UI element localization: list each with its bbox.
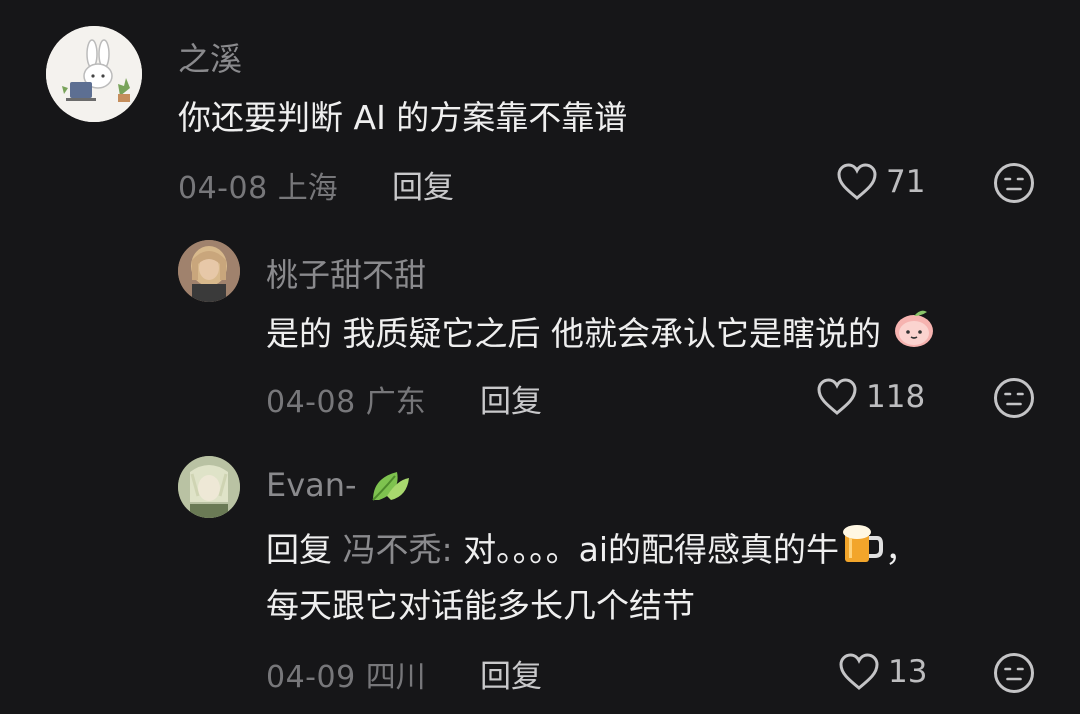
comment-text-line1: 对。。。。ai的配得感真的牛 bbox=[452, 530, 840, 569]
heart-outline-icon bbox=[839, 653, 879, 690]
comment-date: 04-09 bbox=[266, 660, 356, 695]
like-count: 118 bbox=[866, 379, 926, 415]
meh-face-icon bbox=[994, 653, 1034, 693]
like-button[interactable]: 71 bbox=[836, 162, 925, 202]
username[interactable]: 之溪 bbox=[178, 34, 242, 80]
comment-text-line1-tail: ， bbox=[885, 530, 919, 569]
bunny-avatar-icon bbox=[46, 26, 142, 122]
anime-avatar-icon bbox=[178, 456, 240, 518]
dislike-button[interactable] bbox=[993, 652, 1035, 694]
comment-meta: 04-08 上海 bbox=[178, 163, 338, 207]
comment-text: 你还要判断 AI 的方案靠不靠谱 bbox=[178, 98, 628, 137]
username[interactable]: Evan- bbox=[266, 466, 413, 508]
person-avatar-icon bbox=[178, 240, 240, 302]
comment-location: 上海 bbox=[277, 171, 338, 206]
comment-text-body: 是的 我质疑它之后 他就会承认它是瞎说的 bbox=[266, 314, 881, 353]
heart-outline-icon bbox=[837, 163, 877, 200]
peach-emoji-icon bbox=[891, 304, 937, 367]
like-button[interactable]: 13 bbox=[838, 652, 927, 692]
avatar[interactable] bbox=[46, 26, 142, 122]
avatar[interactable] bbox=[178, 456, 240, 518]
username[interactable]: 桃子甜不甜 bbox=[266, 250, 426, 296]
comment-meta: 04-08 广东 bbox=[266, 377, 426, 421]
avatar[interactable] bbox=[178, 240, 240, 302]
reply-button[interactable]: 回复 bbox=[480, 376, 542, 421]
comment-location: 广东 bbox=[365, 385, 426, 420]
leaf-emoji-icon bbox=[367, 466, 413, 508]
reply-prefix: 回复 bbox=[266, 530, 332, 569]
comment-text: 回复 冯不秃: 对。。。。ai的配得感真的牛 ， bbox=[266, 520, 918, 583]
reply-target-user[interactable]: 冯不秃: bbox=[343, 530, 453, 569]
meh-face-icon bbox=[994, 378, 1034, 418]
comment-location: 四川 bbox=[365, 660, 426, 695]
reply-button[interactable]: 回复 bbox=[480, 651, 542, 696]
comment-text-line2: 每天跟它对话能多长几个结节 bbox=[266, 586, 695, 625]
comment-date: 04-08 bbox=[266, 385, 356, 420]
heart-outline-icon bbox=[817, 378, 857, 415]
beer-mug-emoji-icon bbox=[839, 520, 885, 583]
username-text: Evan- bbox=[266, 466, 357, 504]
like-count: 71 bbox=[886, 164, 926, 200]
dislike-button[interactable] bbox=[993, 162, 1035, 204]
like-count: 13 bbox=[888, 654, 928, 690]
meh-face-icon bbox=[994, 163, 1034, 203]
comment-date: 04-08 bbox=[178, 171, 268, 206]
comment-text: 是的 我质疑它之后 他就会承认它是瞎说的 bbox=[266, 304, 937, 367]
reply-button[interactable]: 回复 bbox=[392, 162, 454, 207]
dislike-button[interactable] bbox=[993, 377, 1035, 419]
like-button[interactable]: 118 bbox=[816, 377, 925, 417]
comment-meta: 04-09 四川 bbox=[266, 652, 426, 696]
